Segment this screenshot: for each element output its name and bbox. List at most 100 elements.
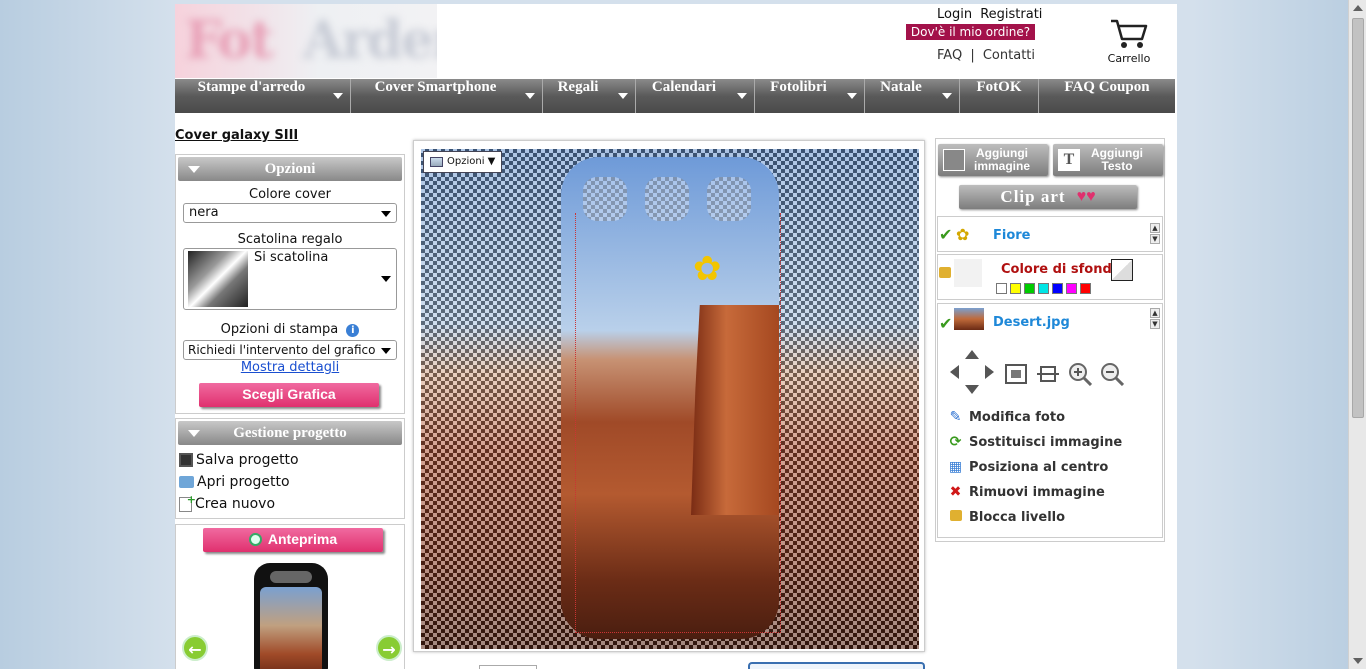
center-action[interactable]: ▦ Posiziona al centro: [948, 459, 1108, 475]
nav-natale[interactable]: Natale: [865, 79, 960, 113]
cover-color-label: Colore cover: [249, 187, 331, 202]
color-picker-icon[interactable]: [1111, 259, 1133, 281]
add-to-cart-button[interactable]: [748, 662, 925, 669]
order-status-button[interactable]: Dov'è il mio ordine?: [906, 24, 1035, 40]
fill-icon[interactable]: [1036, 362, 1060, 386]
color-swatches: [996, 283, 1094, 294]
save-project-item[interactable]: Salva progetto: [179, 452, 299, 468]
edit-photo-action[interactable]: ✎ Modifica foto: [948, 409, 1065, 425]
login-link[interactable]: Login: [937, 7, 972, 22]
chevron-down-icon: [333, 93, 343, 99]
prev-arrow-icon[interactable]: ←: [182, 635, 208, 661]
fit-icon[interactable]: [1004, 362, 1028, 386]
layer-fiore[interactable]: ✔ ✿ Fiore ▲ ▼: [937, 216, 1163, 252]
options-panel: Opzioni Colore cover nera Scatolina rega…: [175, 154, 405, 414]
swatch-yellow[interactable]: [1010, 283, 1021, 294]
design-canvas[interactable]: ✿ Opzioni ▼: [421, 149, 919, 649]
layer-order-buttons[interactable]: ▲ ▼: [1150, 308, 1160, 329]
scroll-up-icon[interactable]: [1353, 5, 1363, 11]
nav-fotolibri[interactable]: Fotolibri: [755, 79, 865, 113]
lock-icon[interactable]: [939, 267, 951, 278]
info-icon[interactable]: i: [346, 324, 360, 337]
folder-icon: [179, 476, 194, 488]
swatch-red[interactable]: [1080, 283, 1091, 294]
lock-layer-action[interactable]: Blocca livello: [948, 509, 1065, 525]
nav-regali[interactable]: Regali: [543, 79, 636, 113]
page-title: Cover galaxy SIII: [175, 128, 299, 143]
new-doc-icon: +: [179, 493, 196, 512]
project-panel: Gestione progetto Salva progetto Apri pr…: [175, 418, 405, 519]
swatch-green[interactable]: [1024, 283, 1035, 294]
image-icon: [943, 149, 965, 171]
nav-cover[interactable]: Cover Smartphone: [351, 79, 543, 113]
page-scrollbar[interactable]: [1348, 0, 1366, 669]
register-link[interactable]: Registrati: [980, 7, 1042, 22]
magnifier-icon: [248, 533, 262, 546]
remove-image-action[interactable]: ✖ Rimuovi immagine: [948, 484, 1105, 500]
layer-desert[interactable]: ✔ Desert.jpg ▲ ▼ ✎ Modifica foto ⟳ Sostitui…: [937, 303, 1163, 538]
add-text-button[interactable]: T Aggiungi Testo: [1053, 144, 1163, 176]
site-logo[interactable]: FotArden: [175, 4, 437, 78]
refresh-icon: ⟳: [949, 434, 962, 450]
scrollbar-thumb[interactable]: [1352, 18, 1364, 418]
text-icon: T: [1058, 149, 1080, 171]
cart-button[interactable]: Carrello: [1103, 18, 1155, 65]
canvas-options-button[interactable]: Opzioni ▼: [423, 151, 503, 173]
next-arrow-icon[interactable]: →: [376, 635, 402, 661]
window-icon: [430, 157, 443, 167]
swatch-white[interactable]: [996, 283, 1007, 294]
pencil-icon: ✎: [949, 409, 962, 425]
flower-clipart[interactable]: ✿: [693, 249, 722, 289]
main-nav: Stampe d'arredo Cover Smartphone Regali …: [175, 79, 1175, 113]
layer-order-buttons[interactable]: ▲ ▼: [1150, 223, 1160, 244]
zoom-out-icon[interactable]: [1100, 362, 1124, 386]
open-project-item[interactable]: Apri progetto: [179, 474, 290, 490]
print-options-label: Opzioni di stampa i: [176, 322, 404, 337]
hearts-icon: ♥♥: [1076, 188, 1096, 205]
swatch-blue[interactable]: [1052, 283, 1063, 294]
preview-button[interactable]: Anteprima: [203, 528, 383, 552]
chevron-down-icon: [847, 93, 857, 99]
gift-box-select[interactable]: Si scatolina: [183, 248, 397, 310]
dropdown-arrow-icon: [381, 348, 391, 354]
new-project-item[interactable]: + Crea nuovo: [179, 493, 275, 512]
flower-thumb-icon: ✿: [956, 225, 970, 244]
visible-check-icon[interactable]: ✔: [939, 314, 952, 333]
print-options-select[interactable]: Richiedi l'intervento del grafico: [183, 340, 397, 360]
replace-image-action[interactable]: ⟳ Sostituisci immagine: [948, 434, 1123, 450]
cart-icon: [1111, 19, 1148, 48]
gift-box-thumbnail: [188, 251, 248, 307]
quantity-stepper[interactable]: [479, 665, 537, 669]
chevron-down-icon: [525, 93, 535, 99]
choose-graphic-button[interactable]: Scegli Grafica: [199, 383, 379, 407]
add-image-button[interactable]: Aggiungi immagine: [938, 144, 1048, 176]
nav-stampe[interactable]: Stampe d'arredo: [175, 79, 351, 113]
cover-color-select[interactable]: nera: [183, 203, 397, 223]
move-arrows-icon[interactable]: [948, 348, 996, 396]
swatch-cyan[interactable]: [1038, 283, 1049, 294]
scroll-down-icon[interactable]: [1353, 658, 1363, 664]
zoom-in-icon[interactable]: [1068, 362, 1092, 386]
faq-link[interactable]: FAQ: [937, 48, 962, 63]
project-panel-header[interactable]: Gestione progetto: [178, 421, 402, 445]
nav-fotok[interactable]: FotOK: [960, 79, 1039, 113]
clip-art-button[interactable]: Clip art ♥♥: [959, 185, 1137, 209]
lock-icon: [948, 509, 963, 525]
nav-faq-coupon[interactable]: FAQ Coupon: [1039, 79, 1175, 113]
account-links: Login Registrati: [933, 7, 1042, 22]
show-details-link[interactable]: Mostra dettagli: [176, 360, 404, 375]
options-panel-header[interactable]: Opzioni: [178, 157, 402, 181]
swatch-magenta[interactable]: [1066, 283, 1077, 294]
gift-box-label: Scatolina regalo: [237, 232, 343, 247]
floppy-icon: [179, 453, 193, 467]
print-boundary: [575, 213, 781, 633]
nav-calendari[interactable]: Calendari: [636, 79, 755, 113]
chevron-down-icon: [942, 93, 952, 99]
contacts-link[interactable]: Contatti: [983, 48, 1035, 63]
visible-check-icon[interactable]: ✔: [939, 225, 952, 244]
cart-label: Carrello: [1107, 52, 1151, 65]
layer-background[interactable]: Colore di sfondo: [937, 254, 1163, 300]
help-links: FAQ | Contatti: [937, 48, 1035, 63]
link-separator: |: [970, 48, 975, 63]
collapse-icon: [188, 166, 200, 173]
